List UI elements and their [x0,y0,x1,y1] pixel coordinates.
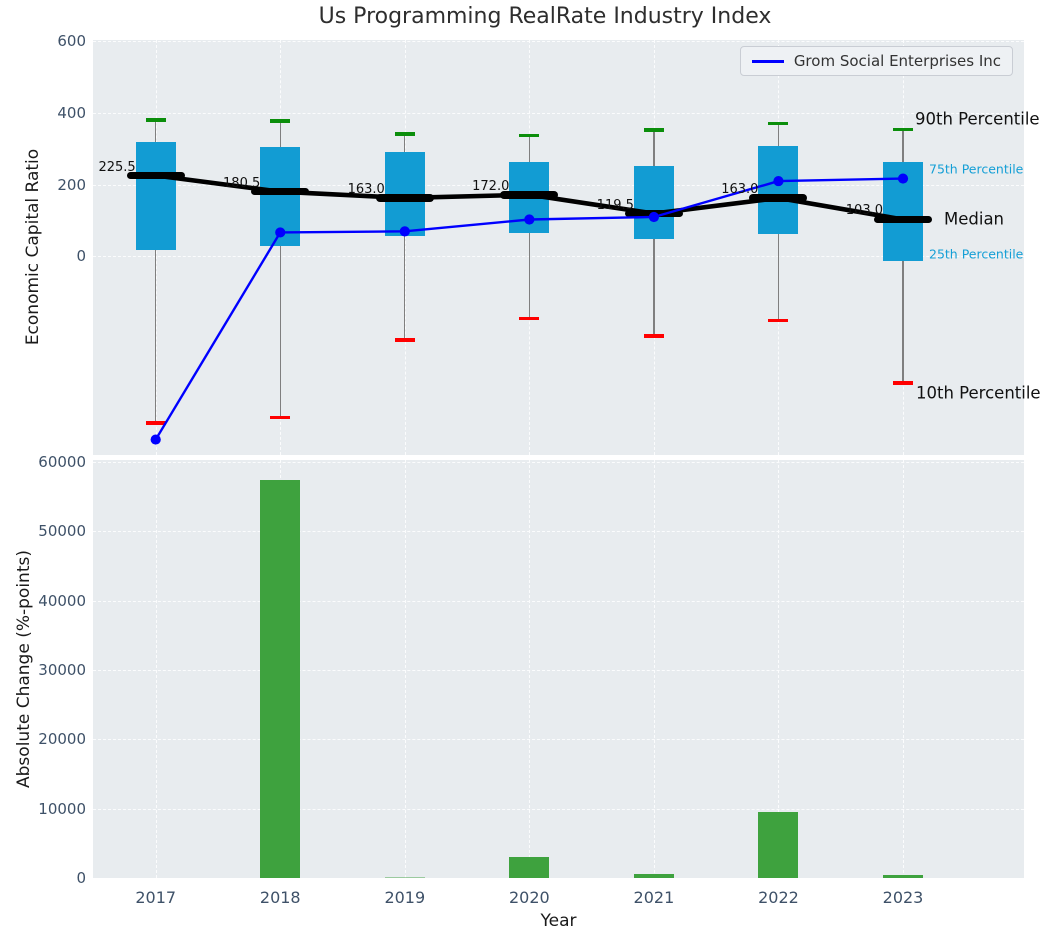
gridline-v [404,460,406,878]
legend-label: Grom Social Enterprises Inc [793,52,1001,70]
y-tick-label: 60000 [38,453,86,472]
annotation-10th-percentile: 10th Percentile [916,383,1041,403]
median-label-2019: 163.0 [347,181,385,197]
annotation-25th-percentile: 25th Percentile [929,246,1024,262]
median-label-2021: 119.5 [596,197,634,213]
cap-90th-2021 [643,127,664,132]
x-tick-label-2020: 2020 [508,888,550,907]
y-tick-label: 20000 [38,730,86,749]
legend-line-swatch [751,59,784,63]
gridline-v [155,460,157,878]
x-tick-label-2021: 2021 [633,888,675,907]
gridline-v [529,460,531,878]
y-tick-label: 600 [57,32,86,51]
gridline-h [93,808,1024,810]
cap-90th-2020 [519,133,540,138]
bar-2023 [883,874,923,878]
cap-10th-2020 [519,316,540,321]
bar-2018 [260,480,301,878]
y-tick-label: 30000 [38,661,86,680]
y-tick-label: 0 [76,869,86,887]
cap-90th-2022 [768,121,789,126]
median-label-2020: 172.0 [472,178,510,194]
cap-10th-2022 [768,318,789,323]
gridline-h [93,531,1024,533]
bottom-axes [93,460,1024,879]
gridline-h [93,600,1024,602]
gridline-v [653,460,655,878]
box-2021 [633,166,674,239]
x-tick-label-2019: 2019 [384,888,426,907]
median-label-2022: 163.0 [721,181,759,197]
annotation-75th-percentile: 75th Percentile [929,161,1024,177]
bar-2022 [758,812,799,878]
top-axes: Grom Social Enterprises Inc 225.5 180.5 16… [93,40,1024,455]
box-2022 [758,145,799,235]
x-tick-label-2023: 2023 [882,888,924,907]
y-tick-label: 10000 [38,799,86,818]
cap-10th-2023 [893,381,913,385]
median-label-2018: 180.5 [223,175,261,191]
chart-figure: Us Programming RealRate Industry Index E… [0,0,1050,942]
y-tick-label: 50000 [38,522,86,541]
x-axis-label: Year [540,911,577,931]
cap-10th-2021 [643,334,664,338]
bar-2019 [384,877,425,879]
x-tick-label-2022: 2022 [758,888,799,907]
box-2023 [883,161,923,262]
gridline-h [93,41,1024,43]
box-2018 [260,146,301,247]
y-tick-label: 400 [57,103,86,122]
bar-2020 [509,857,550,878]
bar-2021 [633,873,674,878]
gridline-h [93,670,1024,672]
gridline-h [93,739,1024,741]
box-2017 [135,142,176,250]
cap-10th-2018 [270,415,291,420]
legend: Grom Social Enterprises Inc [739,46,1013,76]
cap-10th-2019 [394,338,415,342]
cap-90th-2023 [893,127,913,132]
annotation-median: Median [944,209,1005,229]
chart-title: Us Programming RealRate Industry Index [318,4,772,29]
gridline-h [93,112,1024,114]
y-tick-label: 200 [57,175,86,194]
annotation-90th-percentile: 90th Percentile [915,109,1040,129]
median-label-2017: 225.5 [98,159,136,175]
gridline-h [93,462,1024,464]
y-tick-label: 40000 [38,591,86,610]
cap-90th-2019 [394,132,415,136]
gridline-v [903,460,904,878]
cap-10th-2017 [145,421,166,425]
cap-90th-2018 [270,118,291,123]
y-tick-label: 0 [76,247,86,266]
x-tick-label-2018: 2018 [259,888,301,907]
median-label-2023: 103.0 [845,203,883,219]
x-tick-label-2017: 2017 [135,888,177,907]
cap-90th-2017 [145,118,166,122]
